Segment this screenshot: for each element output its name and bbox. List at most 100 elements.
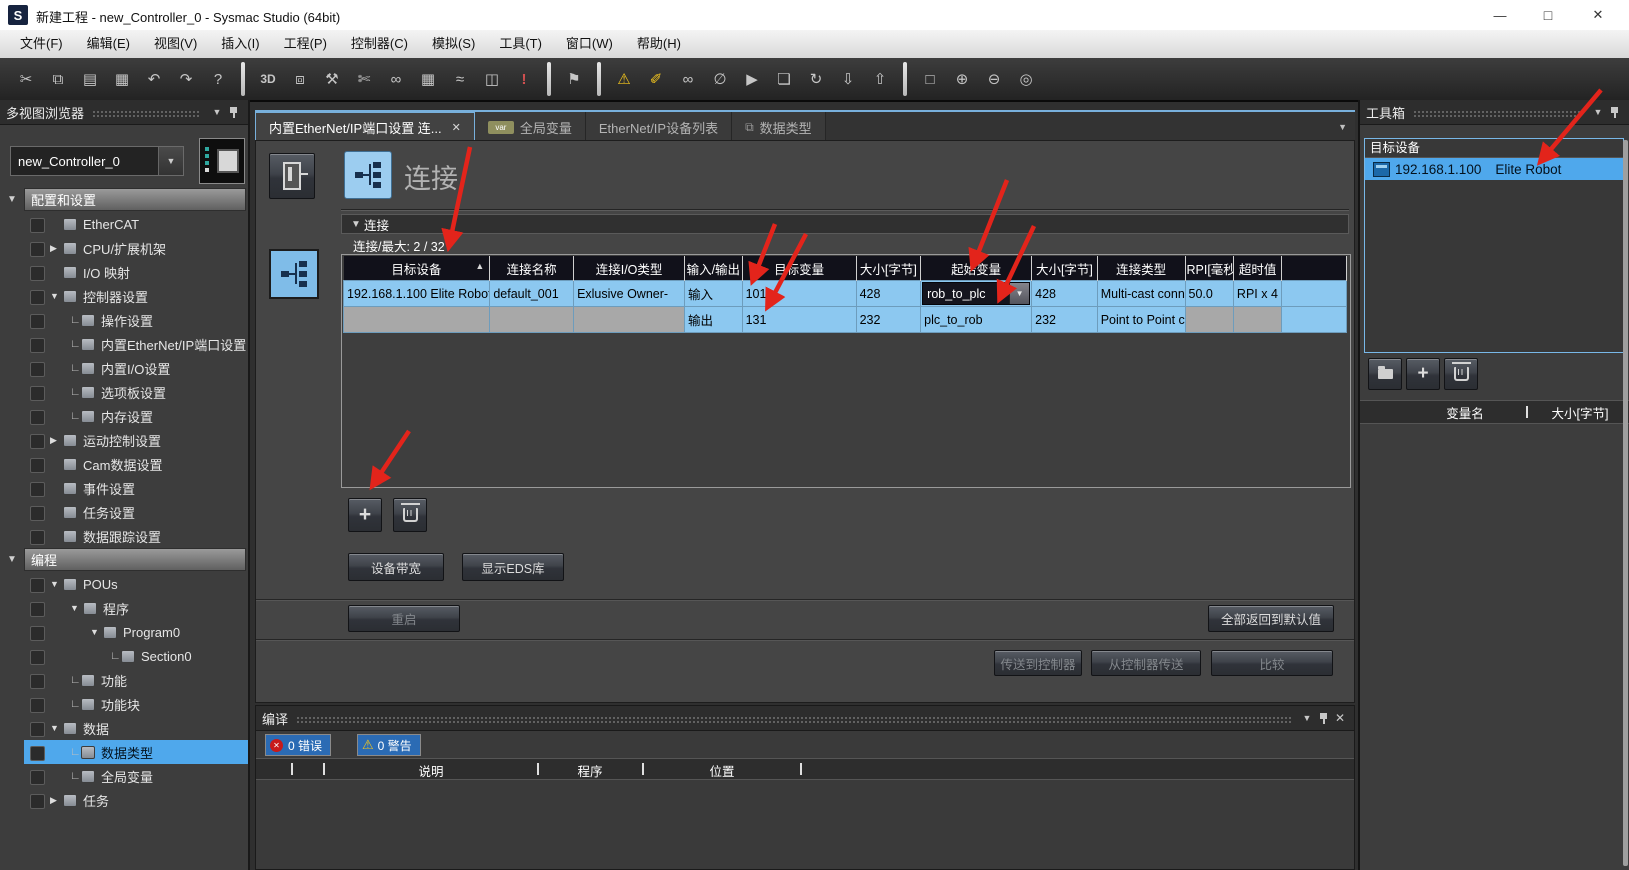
tree-item-controller-settings[interactable]: ▼控制器设置 (0, 284, 248, 308)
upload-from-controller-icon[interactable]: ⇧ (865, 64, 895, 94)
cell-originator-variable[interactable]: plc_to_rob (921, 307, 1032, 333)
col-connection-type[interactable]: 连接类型 (1097, 256, 1185, 281)
reset-all-defaults-button[interactable]: 全部返回到默认值 (1208, 605, 1334, 632)
col-originator-variable[interactable]: 起始变量 (921, 256, 1032, 281)
tools-icon[interactable]: ⚒ (317, 64, 347, 94)
menu-tools[interactable]: 工具(T) (487, 30, 554, 58)
pin-icon[interactable] (1320, 713, 1327, 724)
tree-item-motion-control[interactable]: ▶运动控制设置 (0, 428, 248, 452)
chevron-down-icon[interactable]: ▼ (1590, 107, 1606, 117)
menu-window[interactable]: 窗口(W) (554, 30, 625, 58)
tree-item-memory-settings[interactable]: ∟内存设置 (0, 404, 248, 428)
menu-simulation[interactable]: 模拟(S) (420, 30, 487, 58)
pin-icon[interactable] (230, 107, 237, 118)
tree-item-data[interactable]: ▼数据 (0, 716, 248, 740)
menu-view[interactable]: 视图(V) (142, 30, 209, 58)
menu-controller[interactable]: 控制器(C) (339, 30, 420, 58)
stop-monitor-icon[interactable]: ∅ (705, 64, 735, 94)
tree-item-data-types[interactable]: ∟数据类型 (0, 740, 248, 764)
connection-view-button[interactable] (269, 249, 319, 299)
scrollbar[interactable] (1623, 140, 1628, 866)
cell-connection-type[interactable]: Multi-cast conn (1097, 281, 1185, 307)
cell-connection-name[interactable]: default_001 (490, 281, 574, 307)
monitor-icon[interactable]: ∞ (673, 64, 703, 94)
cell-size[interactable]: 232 (856, 307, 921, 333)
delete-connection-button[interactable] (393, 498, 427, 532)
cell-size-2[interactable]: 232 (1032, 307, 1098, 333)
data-trace-icon[interactable]: ≈ (445, 64, 475, 94)
tree-item-section0[interactable]: ∟Section0 (0, 644, 248, 668)
tree-item-functions[interactable]: ∟功能 (0, 668, 248, 692)
run-icon[interactable]: ▶ (737, 64, 767, 94)
cell-rpi[interactable]: 50.0 (1185, 281, 1233, 307)
tree-item-builtin-io[interactable]: ∟内置I/O设置 (0, 356, 248, 380)
close-button[interactable]: ✕ (1581, 4, 1615, 26)
download-to-controller-icon[interactable]: ⇩ (833, 64, 863, 94)
fit-view-icon[interactable]: □ (915, 64, 945, 94)
cell-io-type[interactable]: Exlusive Owner- (574, 281, 685, 307)
tree-item-ethernet-ip-port[interactable]: ∟内置EtherNet/IP端口设置 (0, 332, 248, 356)
insert-block-icon[interactable]: ⧈ (285, 64, 315, 94)
menu-file[interactable]: 文件(F) (8, 30, 75, 58)
undo-icon[interactable]: ↶ (139, 64, 169, 94)
add-device-button[interactable]: + (1406, 358, 1440, 390)
add-connection-button[interactable]: + (348, 498, 382, 532)
tree-item-programs[interactable]: ▼程序 (0, 596, 248, 620)
zoom-out-icon[interactable]: ⊖ (979, 64, 1009, 94)
binoculars-icon[interactable]: ◫ (477, 64, 507, 94)
originator-variable-combobox[interactable]: rob_to_plc ▼ (922, 282, 1030, 305)
cell-size[interactable]: 428 (856, 281, 921, 307)
chevron-down-icon[interactable]: ▼ (1009, 283, 1029, 304)
cell-size-2[interactable]: 428 (1032, 281, 1098, 307)
warning-count-badge[interactable]: ⚠ 0 警告 (357, 734, 421, 756)
synchronize-icon[interactable]: ↻ (801, 64, 831, 94)
col-target-variable[interactable]: 目标变量 (742, 256, 856, 281)
watch-glasses-icon[interactable]: ∞ (381, 64, 411, 94)
tab-close-icon[interactable]: ✕ (452, 121, 461, 134)
tree-item-operation-settings[interactable]: ∟操作设置 (0, 308, 248, 332)
tree-item-cpu-rack[interactable]: ▶CPU/扩展机架 (0, 236, 248, 260)
col-size-bytes[interactable]: 大小[字节] (856, 256, 921, 281)
tree-item-event-settings[interactable]: 事件设置 (0, 476, 248, 500)
cell-target-device[interactable]: 192.168.1.100 Elite Robot C (344, 281, 490, 307)
register-device-button[interactable] (1368, 358, 1402, 390)
tree-item-pous[interactable]: ▼POUs (0, 572, 248, 596)
cell-direction[interactable]: 输出 (685, 307, 743, 333)
redo-icon[interactable]: ↷ (171, 64, 201, 94)
tree-item-ethercat[interactable]: EtherCAT (0, 212, 248, 236)
tree-item-global-variables[interactable]: ∟全局变量 (0, 764, 248, 788)
rebuild-icon[interactable]: ✐ (641, 64, 671, 94)
close-icon[interactable]: ✕ (1332, 711, 1348, 725)
cell-connection-type[interactable]: Point to Point c (1097, 307, 1185, 333)
target-device-item[interactable]: 192.168.1.100 Elite Robot (1365, 158, 1623, 180)
menu-project[interactable]: 工程(P) (272, 30, 339, 58)
controller-selector[interactable]: new_Controller_0 ▼ (10, 146, 184, 176)
restart-button[interactable]: 重启 (348, 605, 460, 632)
restore-button[interactable]: □ (1531, 4, 1565, 26)
cell-timeout[interactable]: RPI x 4 (1233, 281, 1281, 307)
cell-originator-variable[interactable]: rob_to_plc ▼ (921, 281, 1032, 307)
paste-icon[interactable]: ▤ (75, 64, 105, 94)
tree-section-programming[interactable]: ▼ 编程 (0, 548, 248, 571)
cell-direction[interactable]: 输入 (685, 281, 743, 307)
copy-icon[interactable]: ⧉ (43, 64, 73, 94)
transfer-to-controller-button[interactable]: 传送到控制器 (994, 650, 1082, 676)
menu-edit[interactable]: 编辑(E) (75, 30, 142, 58)
tree-item-function-blocks[interactable]: ∟功能块 (0, 692, 248, 716)
device-view-button[interactable] (269, 153, 315, 199)
tab-overflow-icon[interactable]: ▼ (1338, 112, 1355, 142)
view-3d-icon[interactable]: 3D (253, 64, 283, 94)
help-icon[interactable]: ? (203, 64, 233, 94)
cell-target-variable[interactable]: 131 (742, 307, 856, 333)
variable-cut-icon[interactable]: ✄ (349, 64, 379, 94)
online-copy-icon[interactable]: ❏ (769, 64, 799, 94)
col-rpi-ms[interactable]: RPI[毫秒] (1185, 256, 1233, 281)
tree-item-data-trace[interactable]: 数据跟踪设置 (0, 524, 248, 548)
tree-item-io-map[interactable]: I/O 映射 (0, 260, 248, 284)
tree-item-task-settings[interactable]: 任务设置 (0, 500, 248, 524)
menu-insert[interactable]: 插入(I) (209, 30, 271, 58)
tree-item-option-board[interactable]: ∟选项板设置 (0, 380, 248, 404)
delete-icon[interactable]: ▦ (107, 64, 137, 94)
menu-help[interactable]: 帮助(H) (625, 30, 693, 58)
tree-section-config[interactable]: ▼ 配置和设置 (0, 188, 248, 211)
